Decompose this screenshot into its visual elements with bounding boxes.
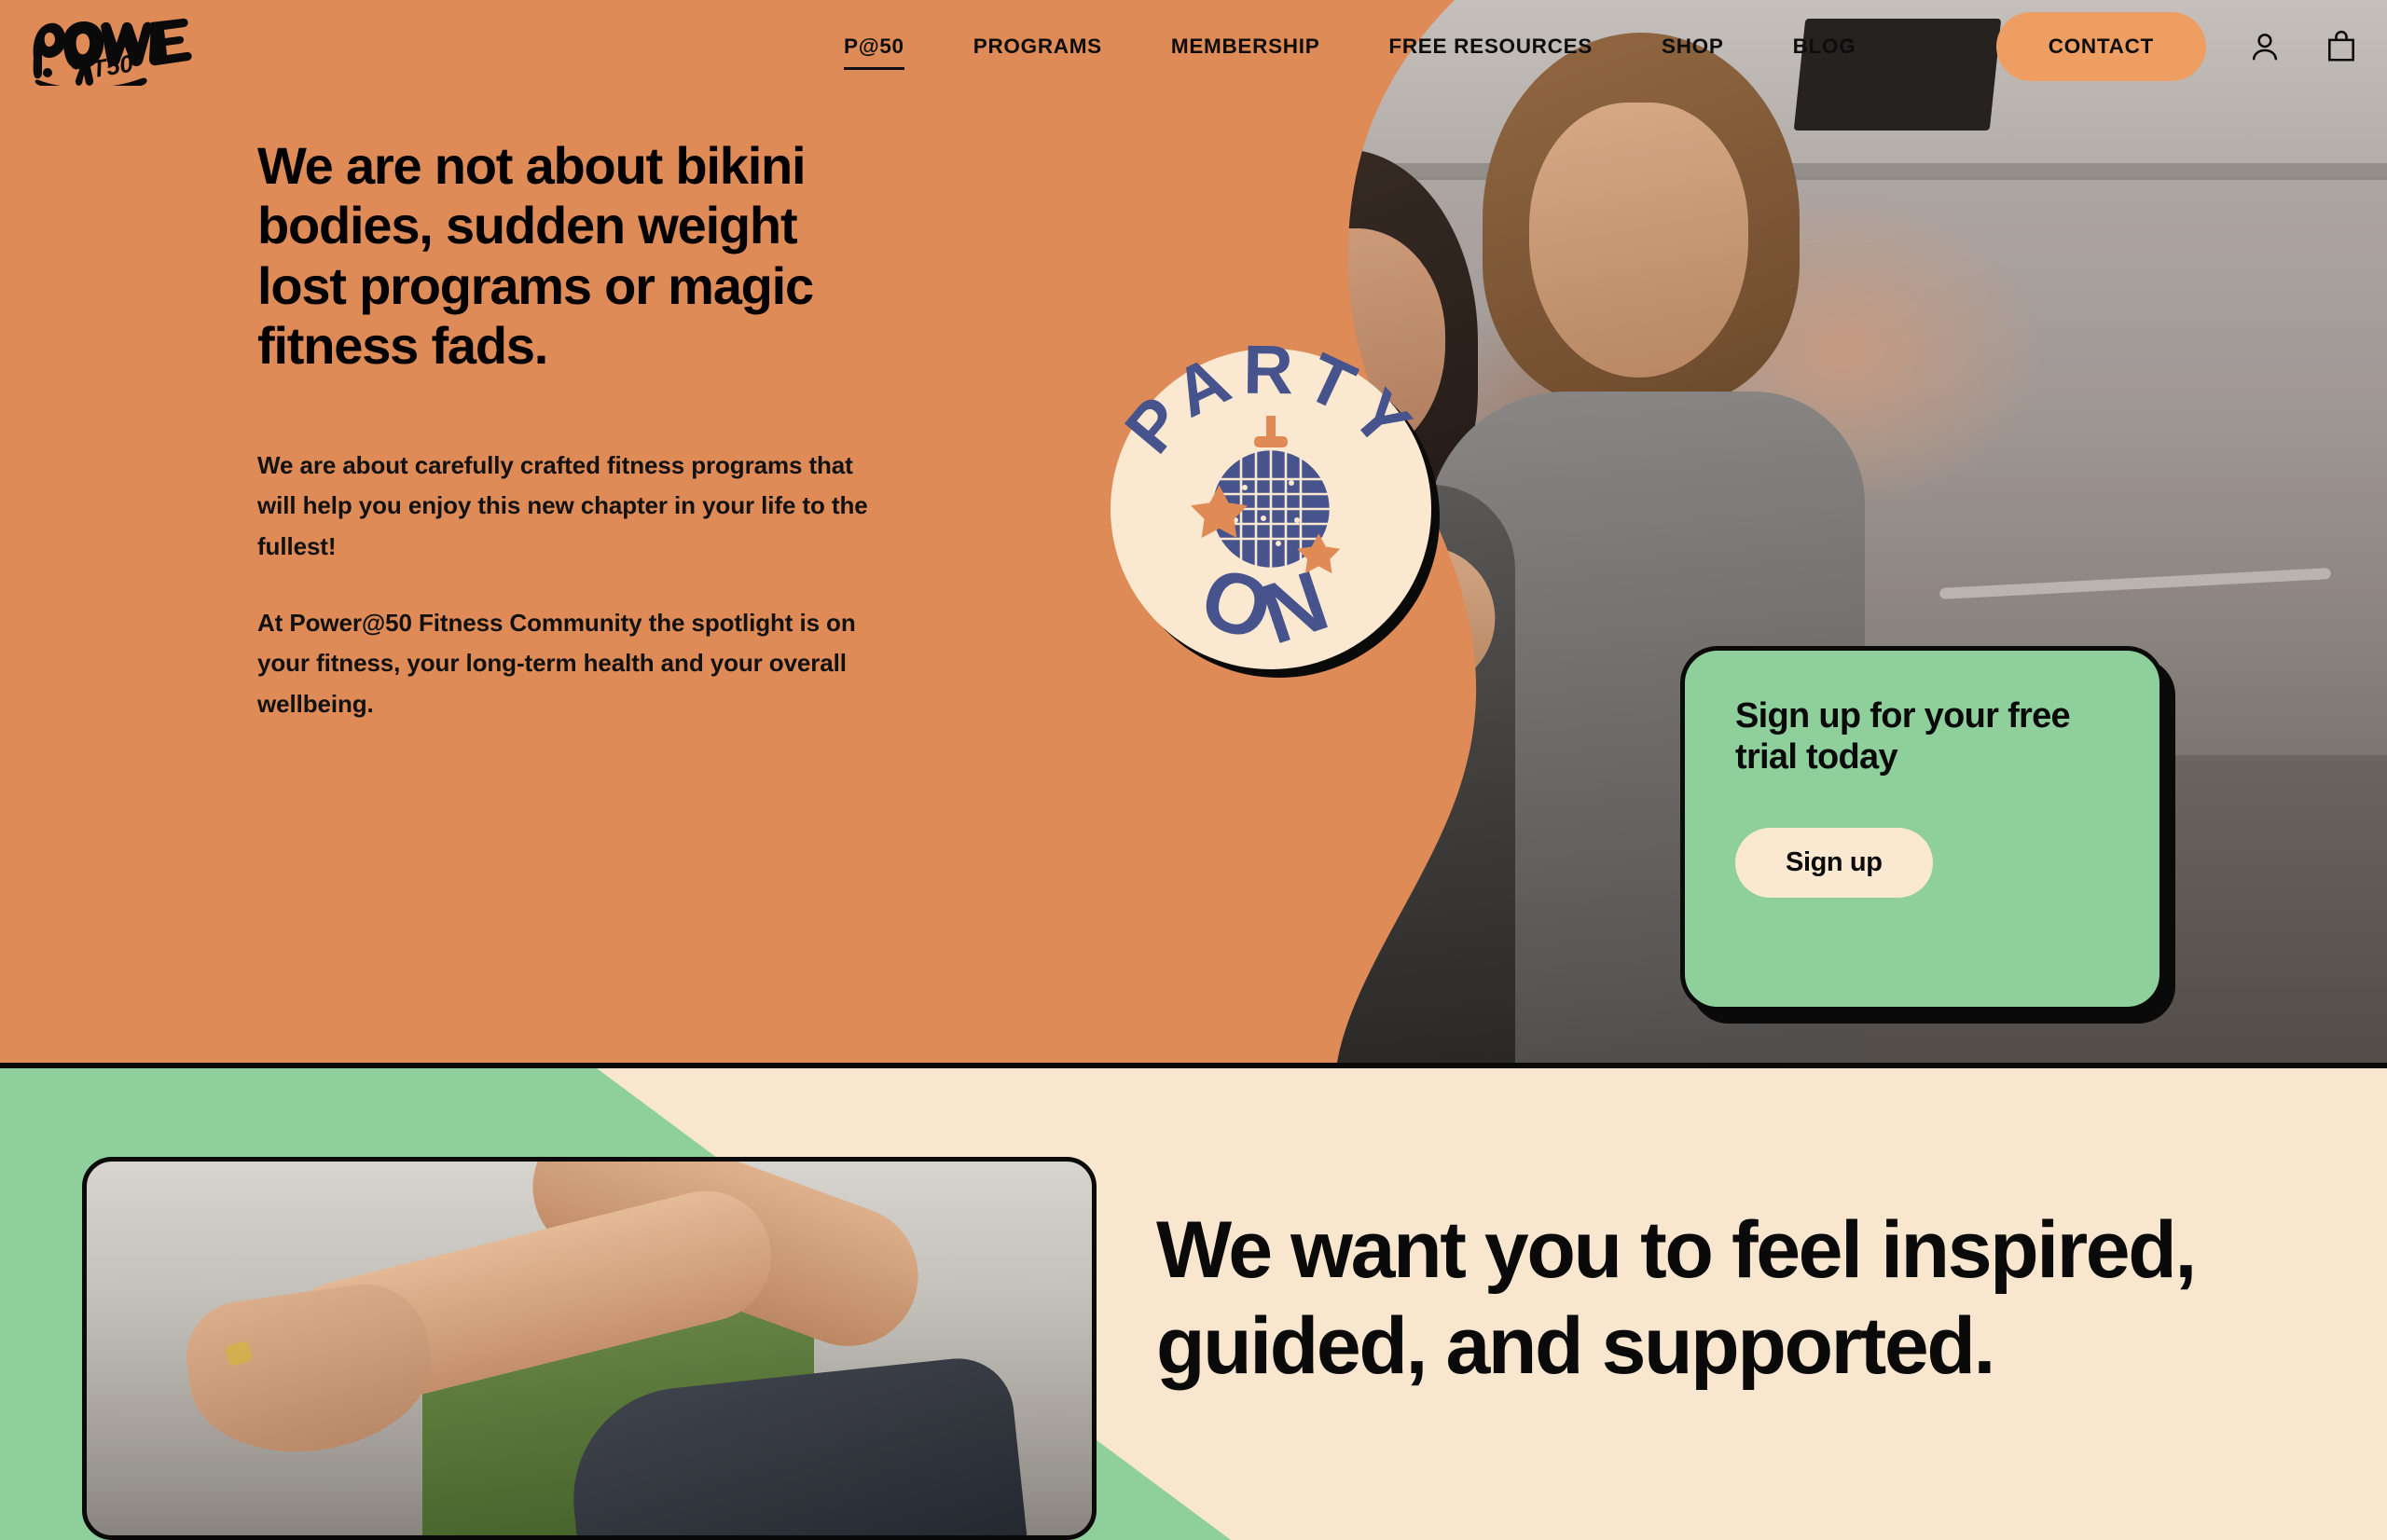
signup-button[interactable]: Sign up <box>1735 828 1933 899</box>
photo-overlay <box>87 1162 1092 1535</box>
party-on-badge: PARTY ON <box>1105 331 1442 681</box>
person-icon[interactable] <box>2247 29 2283 64</box>
lower-photo-card <box>82 1157 1097 1540</box>
nav-links: P@50 PROGRAMS MEMBERSHIP FREE RESOURCES … <box>844 0 1925 93</box>
lower-section-heading: We want you to feel inspired, guided, an… <box>1156 1205 2197 1392</box>
main-navigation: AT50 P@50 PROGRAMS MEMBERSHIP FREE RESOU… <box>0 0 2387 94</box>
hero-section: AT50 P@50 PROGRAMS MEMBERSHIP FREE RESOU… <box>0 0 2387 1063</box>
nav-item-programs[interactable]: PROGRAMS <box>973 34 1102 59</box>
hero-text-block: We are not about bikini bodies, sudden w… <box>257 136 873 725</box>
signup-card-title: Sign up for your free trial today <box>1735 696 2071 777</box>
nav-item-membership[interactable]: MEMBERSHIP <box>1171 34 1320 59</box>
nav-item-p50[interactable]: P@50 <box>844 34 904 70</box>
brand-logo[interactable]: AT50 <box>24 13 192 94</box>
hero-title: We are not about bikini bodies, sudden w… <box>257 136 814 376</box>
power-at-50-logo-icon: AT50 <box>33 18 192 94</box>
nav-item-shop[interactable]: SHOP <box>1662 34 1724 59</box>
nav-item-free-resources[interactable]: FREE RESOURCES <box>1388 34 1593 59</box>
shopping-bag-icon[interactable] <box>2324 29 2359 64</box>
hero-paragraph-1: We are about carefully crafted fitness p… <box>257 450 868 560</box>
nav-actions: CONTACT <box>1995 0 2359 93</box>
party-on-badge-icon: PARTY ON <box>1110 331 1440 678</box>
nav-item-blog[interactable]: BLOG <box>1793 34 1856 59</box>
contact-button[interactable]: CONTACT <box>1995 12 2206 81</box>
section-divider <box>0 1063 2387 1068</box>
free-trial-signup-card: Sign up for your free trial today Sign u… <box>1680 646 2164 1011</box>
hero-paragraph-2: At Power@50 Fitness Community the spotli… <box>257 608 856 718</box>
